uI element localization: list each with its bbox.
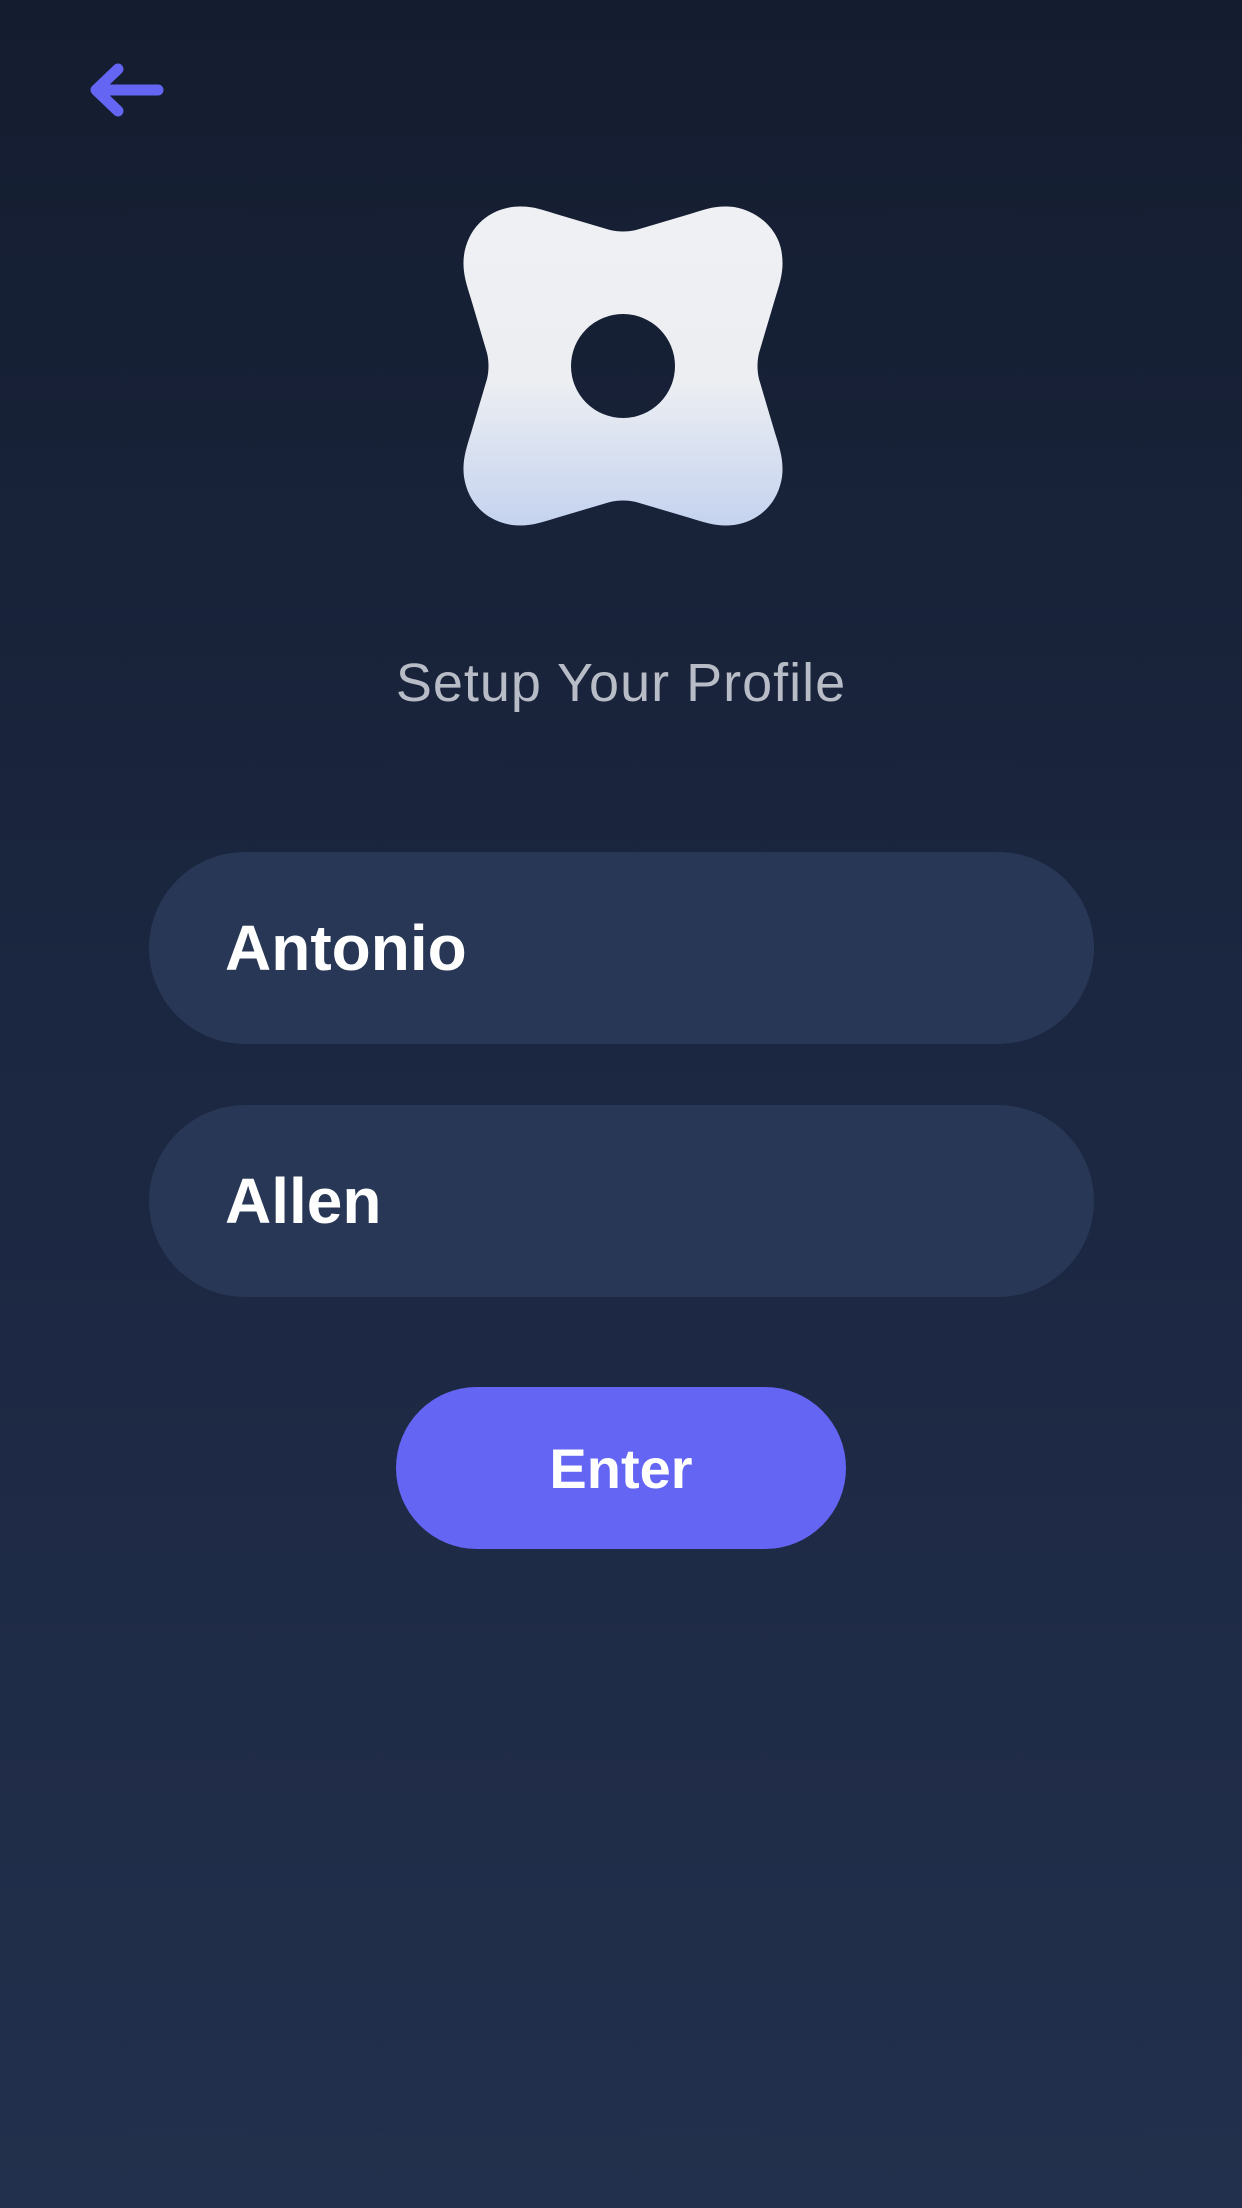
page-title: Setup Your Profile <box>395 653 847 713</box>
arrow-left-icon <box>86 59 166 121</box>
first-name-input[interactable] <box>149 852 1094 1044</box>
pinwheel-logo-icon <box>462 205 784 527</box>
enter-button-label: Enter <box>549 1436 693 1500</box>
last-name-field[interactable] <box>149 1105 1094 1297</box>
enter-button[interactable]: Enter <box>396 1387 846 1549</box>
back-button[interactable] <box>76 50 176 130</box>
app-logo <box>462 205 784 527</box>
last-name-input[interactable] <box>149 1105 1094 1297</box>
first-name-field[interactable] <box>149 852 1094 1044</box>
